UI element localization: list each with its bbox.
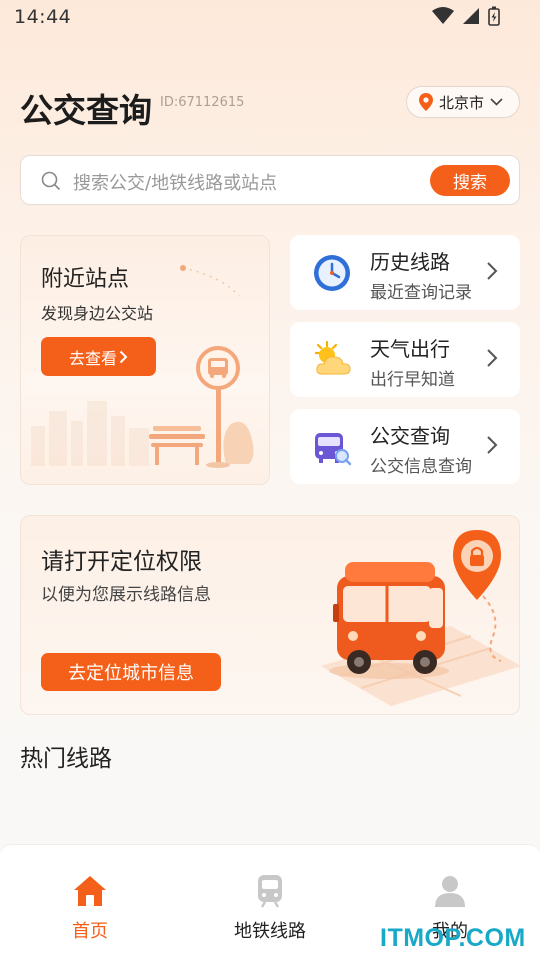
- weather-travel-title: 天气出行: [370, 337, 450, 361]
- bus-map-illustration: [321, 530, 519, 706]
- history-routes-subtitle: 最近查询记录: [370, 283, 472, 303]
- bus-search-icon: [315, 433, 352, 466]
- nearby-subtitle: 发现身边公交站: [41, 304, 154, 323]
- clock-icon: [314, 255, 350, 291]
- app-id-label: ID:67112615: [160, 95, 245, 110]
- status-icons: [432, 6, 500, 26]
- city-name: 北京市: [439, 93, 485, 112]
- battery-icon: [488, 6, 500, 26]
- chevron-right-icon: [119, 350, 128, 363]
- nav-subway-label: 地铁线路: [234, 921, 306, 942]
- chevron-right-icon: [487, 349, 498, 367]
- search-icon: [41, 171, 61, 191]
- location-permission-subtitle: 以便为您展示线路信息: [41, 585, 211, 605]
- wifi-icon: [432, 7, 454, 24]
- cellular-signal-icon: [463, 8, 479, 24]
- nav-home-label: 首页: [72, 921, 108, 942]
- status-time: 14:44: [14, 6, 72, 28]
- history-routes-title: 历史线路: [370, 250, 450, 274]
- home-icon: [74, 876, 106, 906]
- chevron-right-icon: [487, 436, 498, 454]
- bus-query-title: 公交查询: [370, 424, 450, 448]
- bus-query-subtitle: 公交信息查询: [370, 457, 472, 477]
- view-nearby-label: 去查看: [68, 348, 117, 368]
- hot-routes-title: 热门线路: [20, 746, 112, 772]
- bus-query-card[interactable]: 公交查询 公交信息查询: [290, 409, 520, 484]
- location-pin-icon: [419, 93, 433, 111]
- nav-home[interactable]: 首页: [30, 873, 150, 943]
- location-permission-card: 请打开定位权限 以便为您展示线路信息 去定位城市信息: [20, 515, 520, 715]
- page-title: 公交查询: [20, 91, 152, 130]
- watermark: ITMOP.COM: [380, 924, 526, 952]
- search-button[interactable]: 搜索: [430, 165, 510, 196]
- view-nearby-button[interactable]: 去查看: [41, 337, 156, 376]
- city-picker[interactable]: 北京市: [406, 86, 520, 118]
- nearby-title: 附近站点: [41, 267, 130, 292]
- search-bar[interactable]: 搜索公交/地铁线路或站点 搜索: [20, 155, 520, 205]
- search-input[interactable]: 搜索公交/地铁线路或站点: [73, 169, 277, 195]
- weather-travel-subtitle: 出行早知道: [370, 370, 455, 390]
- chevron-right-icon: [487, 262, 498, 280]
- history-routes-card[interactable]: 历史线路 最近查询记录: [290, 235, 520, 310]
- user-icon: [435, 876, 465, 907]
- weather-travel-card[interactable]: 天气出行 出行早知道: [290, 322, 520, 397]
- locate-city-button[interactable]: 去定位城市信息: [41, 653, 221, 691]
- nav-subway[interactable]: 地铁线路: [210, 873, 330, 943]
- nearby-stations-card[interactable]: 附近站点 发现身边公交站 去查看: [20, 235, 270, 485]
- location-permission-title: 请打开定位权限: [41, 549, 202, 575]
- status-bar: 14:44: [0, 0, 540, 36]
- chevron-down-icon: [490, 98, 503, 106]
- subway-icon: [258, 875, 282, 908]
- weather-icon: [314, 340, 351, 375]
